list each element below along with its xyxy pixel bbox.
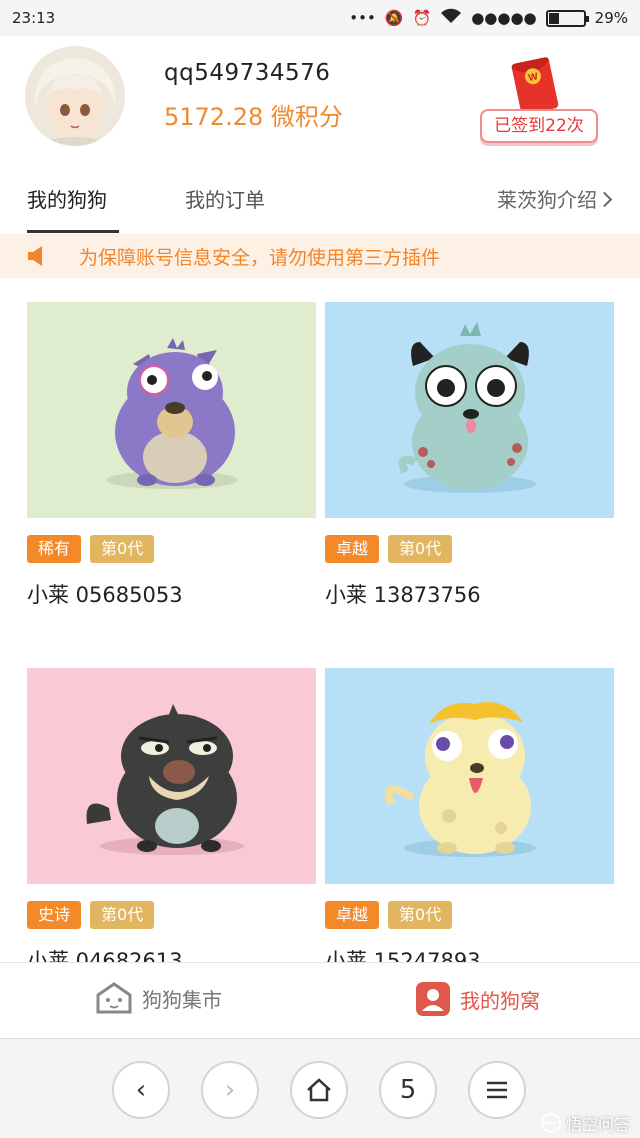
points-balance: 5172.28 微积分	[164, 103, 343, 131]
dog-name: 小莱 15247893	[325, 949, 481, 962]
dog-name: 小莱 13873756	[325, 583, 481, 607]
username: qq549734576	[164, 60, 331, 86]
nav-my-kennel-label: 我的狗窝	[460, 988, 540, 1013]
home-button[interactable]	[290, 1061, 348, 1119]
generation-tag: 第0代	[90, 535, 155, 563]
bottom-nav: 狗狗集市 我的狗窝	[0, 962, 640, 1038]
dog-image	[27, 302, 316, 518]
sign-in-button[interactable]: 已签到22次	[480, 109, 598, 143]
rarity-tag: 卓越	[325, 535, 380, 563]
notice-text: 为保障账号信息安全，请勿使用第三方插件	[79, 246, 441, 269]
hamburger-icon	[487, 1081, 507, 1099]
status-time: 23:13	[12, 9, 56, 27]
dog-image	[325, 302, 614, 518]
home-icon	[307, 1078, 331, 1102]
tab-my-orders[interactable]: 我的订单	[185, 184, 265, 213]
browser-toolbar: ‹ › 5 悟空问答	[0, 1038, 640, 1138]
battery-icon	[545, 9, 589, 27]
dog-image	[325, 668, 614, 884]
notice-banner: 为保障账号信息安全，请勿使用第三方插件	[0, 234, 640, 278]
nav-market-label: 狗狗集市	[142, 987, 222, 1012]
active-tab-indicator	[27, 230, 119, 233]
chat-bubble-icon	[540, 1113, 561, 1133]
tab-my-dogs[interactable]: 我的狗狗	[27, 184, 107, 213]
dog-name: 小莱 05685053	[27, 583, 183, 607]
dog-image	[27, 668, 316, 884]
tab-count: 5	[399, 1075, 417, 1105]
rarity-tag: 稀有	[27, 535, 82, 563]
dog-card[interactable]: 卓越 第0代 小莱 15247893	[325, 668, 614, 962]
chevron-right-icon: ›	[224, 1075, 236, 1105]
intro-link-label: 莱茨狗介绍	[497, 188, 597, 212]
back-button[interactable]: ‹	[112, 1061, 170, 1119]
dog-card[interactable]: 史诗 第0代 小莱 04682613	[27, 668, 316, 962]
forward-button[interactable]: ›	[201, 1061, 259, 1119]
rarity-tag: 卓越	[325, 901, 380, 929]
alarm-icon: ⏰	[412, 9, 432, 27]
generation-tag: 第0代	[388, 901, 453, 929]
dog-house-icon	[96, 982, 132, 1014]
battery-percent: 29%	[594, 9, 628, 27]
avatar[interactable]	[25, 46, 125, 146]
rarity-tag: 史诗	[27, 901, 82, 929]
watermark-text: 悟空问答	[565, 1115, 630, 1134]
generation-tag: 第0代	[90, 901, 155, 929]
dog-name: 小莱 04682613	[27, 949, 183, 962]
more-icon: •••	[349, 9, 376, 27]
dog-card[interactable]: 稀有 第0代 小莱 05685053	[27, 302, 316, 607]
generation-tag: 第0代	[388, 535, 453, 563]
chevron-left-icon: ‹	[135, 1075, 147, 1105]
signal-icon: ●●●●●	[471, 9, 537, 27]
dog-card[interactable]: 卓越 第0代 小莱 13873756	[325, 302, 614, 607]
wifi-icon	[440, 8, 462, 28]
tab-bar: 我的狗狗 我的订单 莱茨狗介绍	[0, 164, 640, 234]
nav-market[interactable]: 狗狗集市	[95, 981, 222, 1015]
nav-my-kennel[interactable]: 我的狗窝	[415, 981, 540, 1017]
chevron-right-icon	[596, 191, 613, 208]
intro-link[interactable]: 莱茨狗介绍	[497, 184, 613, 213]
tabs-button[interactable]: 5	[379, 1061, 437, 1119]
user-profile-icon	[416, 982, 450, 1016]
watermark: 悟空问答	[540, 1111, 630, 1135]
status-bar: 23:13 ••• 🔕 ⏰ ●●●●● 29%	[0, 0, 640, 36]
menu-button[interactable]	[468, 1061, 526, 1119]
profile-header: qq549734576 5172.28 微积分 W 已签到22次	[0, 36, 640, 164]
mute-icon: 🔕	[384, 9, 404, 27]
speaker-icon	[27, 245, 45, 267]
dog-grid[interactable]: 稀有 第0代 小莱 05685053 卓越 第0代 小莱 13873756 史诗…	[0, 278, 640, 962]
